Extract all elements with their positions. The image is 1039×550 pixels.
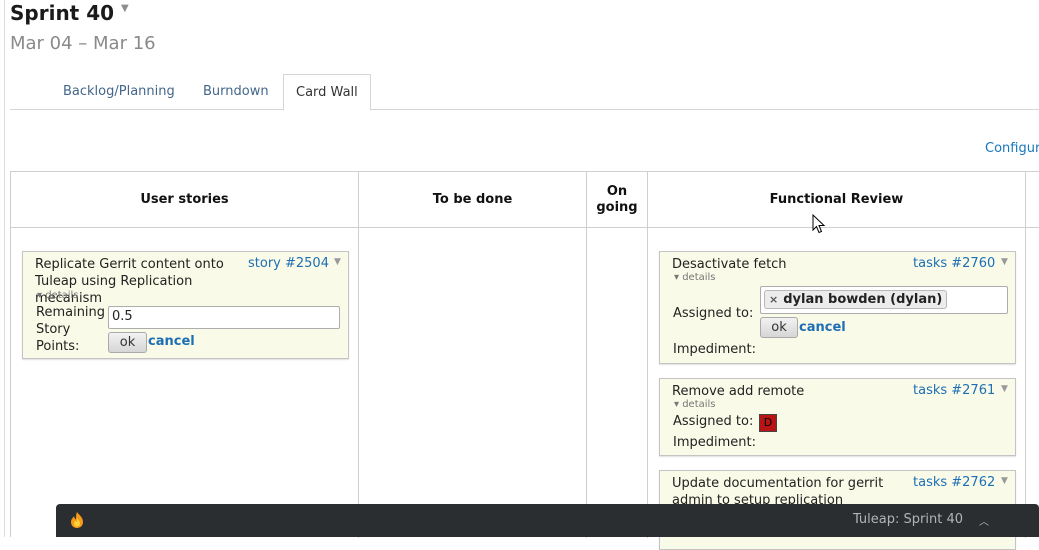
column-header-functional-review: Functional Review bbox=[769, 192, 904, 207]
remaining-story-points-input[interactable]: 0.5 bbox=[108, 306, 340, 329]
card-wall-board: User stories To be done On going Functio… bbox=[10, 171, 1039, 550]
left-border bbox=[4, 0, 5, 537]
caret-down-icon: ▾ bbox=[37, 290, 46, 301]
caret-down-icon[interactable]: ▼ bbox=[121, 3, 129, 14]
cancel-link[interactable]: cancel bbox=[148, 334, 195, 349]
tab-burndown[interactable]: Burndown bbox=[191, 74, 281, 110]
column-header-user-stories: User stories bbox=[140, 192, 229, 207]
close-icon[interactable]: × bbox=[769, 293, 778, 306]
sprint-dates: Mar 04 – Mar 16 bbox=[10, 33, 156, 54]
chevron-up-icon[interactable]: ︿ bbox=[979, 513, 989, 528]
details-toggle[interactable]: ▾ details bbox=[674, 399, 716, 410]
assignee-name: dylan bowden (dylan) bbox=[783, 292, 943, 307]
column-header-on-going: On going bbox=[596, 184, 638, 215]
tab-backlog-planning[interactable]: Backlog/Planning bbox=[51, 74, 187, 110]
window-taskbar[interactable]: Tuleap: Sprint 40 ︿ bbox=[56, 504, 1039, 537]
tab-card-wall[interactable]: Card Wall bbox=[283, 74, 371, 111]
window-title: Tuleap: Sprint 40 bbox=[852, 512, 963, 527]
assigned-to-label: Assigned to: bbox=[673, 414, 754, 429]
caret-down-icon: ▾ bbox=[674, 399, 683, 410]
page-title: Sprint 40 bbox=[10, 1, 115, 25]
assignee-input[interactable]: × dylan bowden (dylan) bbox=[760, 286, 1008, 314]
tab-bar: Backlog/Planning Burndown Card Wall bbox=[10, 74, 1039, 111]
avatar[interactable]: D bbox=[759, 414, 777, 432]
caret-down-icon: ▾ bbox=[674, 272, 683, 283]
column-header-to-be-done: To be done bbox=[432, 192, 513, 207]
task-id-link[interactable]: tasks #2762 bbox=[913, 475, 995, 490]
ok-button[interactable]: ok bbox=[760, 317, 798, 338]
card-menu-caret-icon[interactable]: ▼ bbox=[334, 257, 341, 267]
task-title: Remove add remote bbox=[672, 384, 805, 399]
task-id-link[interactable]: tasks #2761 bbox=[913, 383, 995, 398]
card-menu-caret-icon[interactable]: ▼ bbox=[1001, 476, 1008, 486]
task-card[interactable]: Desactivate fetch tasks #2760 ▼ ▾ detail… bbox=[659, 251, 1016, 364]
card-menu-caret-icon[interactable]: ▼ bbox=[1001, 257, 1008, 267]
details-toggle[interactable]: ▾ details bbox=[674, 272, 716, 283]
details-label: details bbox=[682, 399, 716, 410]
cancel-link[interactable]: cancel bbox=[799, 320, 846, 335]
story-id-link[interactable]: story #2504 bbox=[248, 256, 329, 271]
remaining-story-points-label: Remaining Story Points: bbox=[36, 305, 106, 354]
card-menu-caret-icon[interactable]: ▼ bbox=[1001, 384, 1008, 394]
assignee-chip: × dylan bowden (dylan) bbox=[764, 290, 948, 309]
story-card[interactable]: Replicate Gerrit content onto Tuleap usi… bbox=[22, 251, 349, 359]
task-id-link[interactable]: tasks #2760 bbox=[913, 256, 995, 271]
ok-button[interactable]: ok bbox=[108, 332, 147, 353]
details-label: details bbox=[682, 272, 716, 283]
impediment-label: Impediment: bbox=[673, 435, 756, 450]
configure-link[interactable]: Configur bbox=[985, 141, 1039, 156]
column-separator bbox=[1025, 172, 1026, 538]
task-title: Desactivate fetch bbox=[672, 257, 787, 272]
details-toggle[interactable]: ▾ details bbox=[37, 290, 79, 301]
impediment-label: Impediment: bbox=[673, 342, 756, 357]
assigned-to-label: Assigned to: bbox=[673, 306, 754, 321]
task-card[interactable]: Remove add remote tasks #2761 ▼ ▾ detail… bbox=[659, 378, 1016, 456]
firefox-icon bbox=[71, 512, 83, 528]
mouse-cursor-icon bbox=[812, 214, 826, 234]
details-label: details bbox=[45, 290, 79, 301]
